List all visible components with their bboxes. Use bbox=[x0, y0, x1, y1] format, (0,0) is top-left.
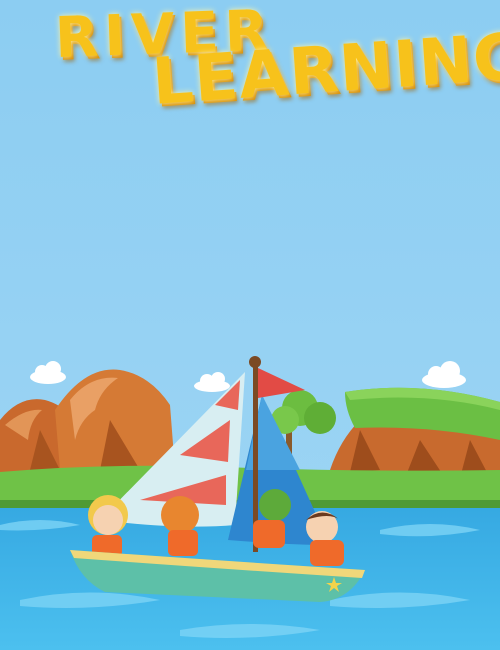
title-banner: RIVER LEARNING bbox=[0, 0, 500, 160]
illustration-scene: RIVER LEARNING bbox=[0, 0, 500, 650]
child-blonde-girl bbox=[88, 495, 128, 557]
right-cliff bbox=[330, 387, 500, 480]
